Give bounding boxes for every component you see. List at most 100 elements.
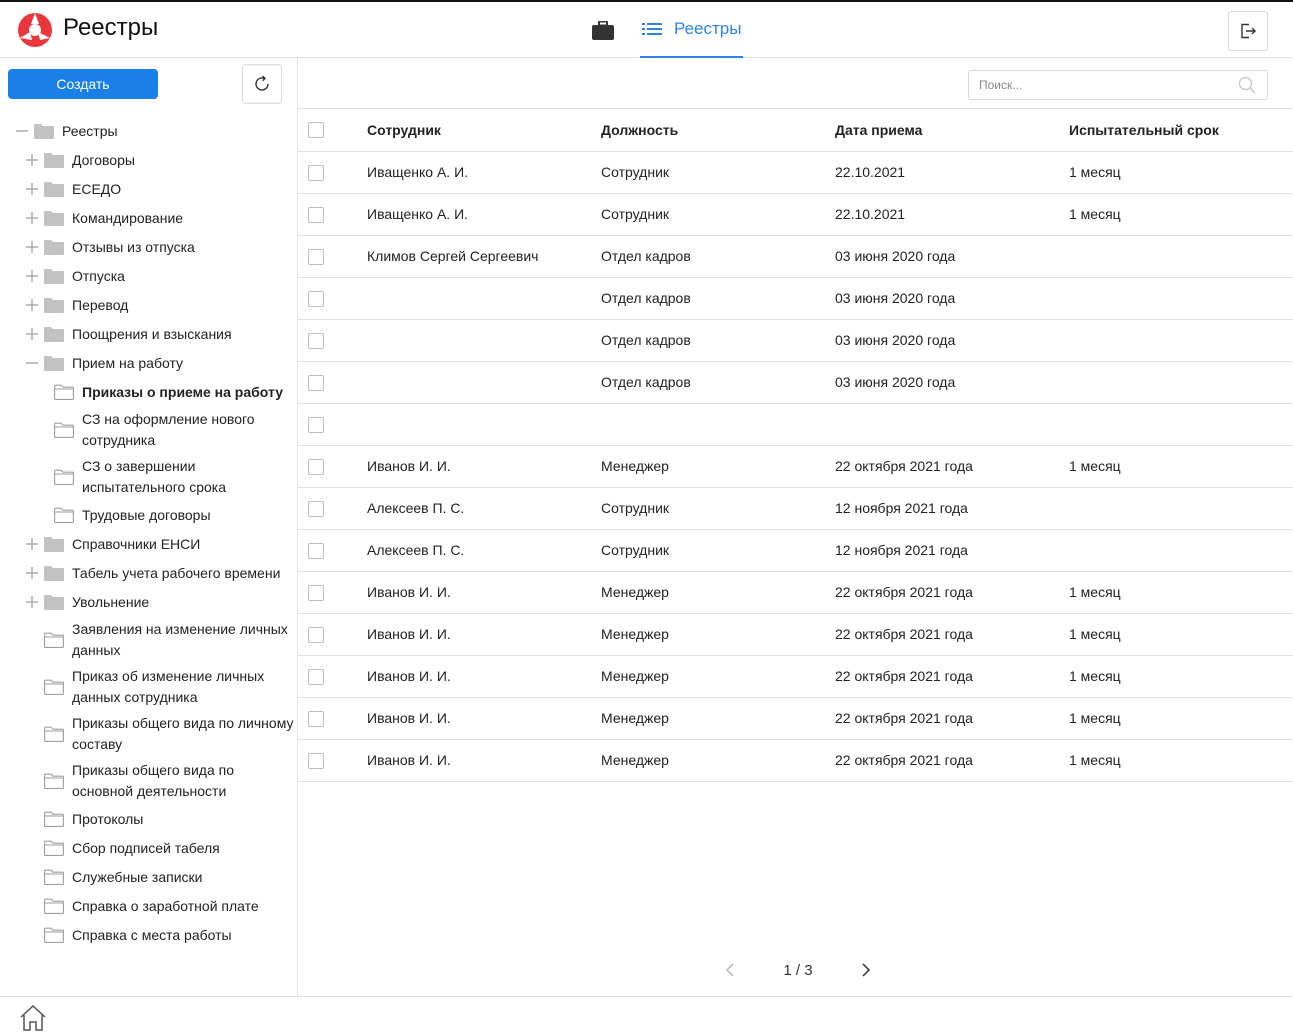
tree-item[interactable]: Перевод [0,291,297,320]
tree-item[interactable]: Реестры [0,117,297,146]
tree-item[interactable]: Справка с места работы [0,921,297,950]
row-checkbox[interactable] [308,290,324,307]
expand-icon[interactable] [26,299,38,311]
column-header-hire-date[interactable]: Дата приема [835,109,1069,152]
cell-probation: 1 месяц [1069,571,1293,614]
expand-icon[interactable] [26,567,38,579]
tree-item[interactable]: Приказы о приеме на работу [0,378,297,407]
tab-registries[interactable]: Реестры [640,2,744,58]
home-icon[interactable] [18,1003,48,1033]
cell-hire-date [835,403,1069,446]
row-checkbox[interactable] [308,332,324,349]
tree-item[interactable]: Справка о заработной плате [0,892,297,921]
cell-probation: 1 месяц [1069,445,1293,488]
row-checkbox[interactable] [308,752,324,769]
cell-probation [1069,487,1293,530]
prev-page-button[interactable] [718,958,742,982]
column-header-employee[interactable]: Сотрудник [367,109,601,152]
table-row[interactable]: Иванов И. И. Менеджер 22 октября 2021 года… [298,697,1293,740]
refresh-button[interactable] [242,64,282,104]
tree-item[interactable]: Приказ об изменение личных данных сотруд… [0,664,297,711]
column-header-probation[interactable]: Испытательный срок [1069,109,1293,152]
table-row[interactable]: Климов Сергей Сергеевич Отдел кадров 03 ию… [298,235,1293,278]
cell-employee [367,403,601,446]
column-header-position[interactable]: Должность [601,109,835,152]
tree-item-label: Справка с места работы [72,927,232,943]
table-row[interactable]: Иващенко А. И. Сотрудник 22.10.2021 1 месяц [298,151,1293,194]
row-checkbox[interactable] [308,710,324,727]
expand-icon[interactable] [26,183,38,195]
tree-item[interactable]: Приказы общего вида по основной деятельн… [0,758,297,805]
table-row[interactable]: Иванов И. И. Менеджер 22 октября 2021 года… [298,445,1293,488]
folder-icon [44,927,64,943]
tree-item[interactable]: Увольнение [0,588,297,617]
tree-item[interactable]: Протоколы [0,805,297,834]
row-checkbox[interactable] [308,374,324,391]
row-checkbox[interactable] [308,458,324,475]
row-checkbox[interactable] [308,626,324,643]
tree-item[interactable]: СЗ о завершении испытательного срока [0,454,297,501]
cell-position: Сотрудник [601,487,835,530]
next-page-button[interactable] [854,958,878,982]
table-row[interactable]: Алексеев П. С. Сотрудник 12 ноября 2021 го… [298,487,1293,530]
tree-item[interactable]: Служебные записки [0,863,297,892]
expand-icon[interactable] [26,328,38,340]
select-all-checkbox[interactable] [308,122,324,139]
table-row[interactable]: Иванов И. И. Менеджер 22 октября 2021 года… [298,571,1293,614]
tree-item[interactable]: СЗ на оформление нового сотрудника [0,407,297,454]
tree-item[interactable]: Поощрения и взыскания [0,320,297,349]
row-checkbox[interactable] [308,584,324,601]
tree-item[interactable]: Трудовые договоры [0,501,297,530]
row-checkbox[interactable] [308,248,324,265]
logout-button[interactable] [1228,11,1268,51]
tree-item[interactable]: Договоры [0,146,297,175]
row-select-cell [298,277,367,320]
tree-item[interactable]: Отпуска [0,262,297,291]
tree-item[interactable]: Заявления на изменение личных данных [0,617,297,664]
table-row[interactable]: Отдел кадров 03 июня 2020 года [298,361,1293,404]
cell-employee: Иванов И. И. [367,445,601,488]
folder-icon [54,507,74,523]
nav-briefcase-button[interactable] [580,2,626,58]
folder-icon [44,211,64,226]
row-checkbox[interactable] [308,542,324,559]
create-button[interactable]: Создать [8,69,158,99]
expand-icon[interactable] [26,538,38,550]
row-checkbox[interactable] [308,668,324,685]
cell-position: Менеджер [601,697,835,740]
tree-item[interactable]: Прием на работу [0,349,297,378]
table-row[interactable]: Иващенко А. И. Сотрудник 22.10.2021 1 месяц [298,193,1293,236]
tree-item[interactable]: Приказы общего вида по личному составу [0,711,297,758]
tree-item[interactable]: Сбор подписей табеля [0,834,297,863]
cell-probation [1069,235,1293,278]
expand-icon[interactable] [26,270,38,282]
row-checkbox[interactable] [308,206,324,223]
row-checkbox[interactable] [308,500,324,517]
expand-icon[interactable] [26,241,38,253]
collapse-icon[interactable] [16,125,28,137]
table-row[interactable]: Алексеев П. С. Сотрудник 12 ноября 2021 го… [298,529,1293,572]
tree-item[interactable]: Командирование [0,204,297,233]
records-table: Сотрудник Должность Дата приема Испытате… [298,109,1293,782]
table-row[interactable]: Иванов И. И. Менеджер 22 октября 2021 года… [298,613,1293,656]
expand-icon[interactable] [26,596,38,608]
tree-item[interactable]: Табель учета рабочего времени [0,559,297,588]
table-row[interactable]: Иванов И. И. Менеджер 22 октября 2021 года… [298,655,1293,698]
row-checkbox[interactable] [308,164,324,181]
collapse-icon[interactable] [26,357,38,369]
search-icon [1238,76,1256,94]
table-row[interactable] [298,403,1293,446]
table-row[interactable]: Иванов И. И. Менеджер 22 октября 2021 года… [298,739,1293,782]
row-select-cell [298,739,367,782]
search-input[interactable] [968,70,1268,100]
cell-hire-date: 03 июня 2020 года [835,361,1069,404]
tree-item[interactable]: ЕСЕДО [0,175,297,204]
expand-icon[interactable] [26,154,38,166]
expand-icon[interactable] [26,212,38,224]
table-row[interactable]: Отдел кадров 03 июня 2020 года [298,277,1293,320]
table-row[interactable]: Отдел кадров 03 июня 2020 года [298,319,1293,362]
tree-item[interactable]: Отзывы из отпуска [0,233,297,262]
cell-hire-date: 03 июня 2020 года [835,235,1069,278]
row-checkbox[interactable] [308,416,324,433]
tree-item[interactable]: Справочники ЕНСИ [0,530,297,559]
